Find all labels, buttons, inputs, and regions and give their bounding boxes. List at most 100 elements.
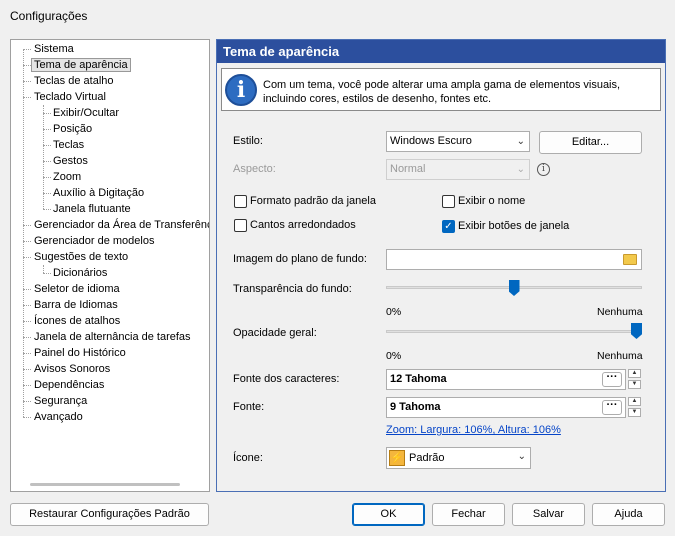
window-format-checkbox[interactable]: [234, 195, 247, 208]
tree-item-label: Teclado Virtual: [34, 91, 106, 103]
opacity-track[interactable]: [386, 330, 642, 333]
tree-guide-line: [43, 193, 51, 194]
opacity-min: 0%: [386, 350, 402, 362]
ok-button[interactable]: OK: [352, 503, 425, 526]
tree-item[interactable]: Tema de aparência: [31, 57, 131, 73]
icon-value: Padrão: [409, 452, 445, 464]
tree-guide-line: [23, 385, 31, 386]
tree-item-label: Barra de Idiomas: [34, 299, 118, 311]
tree-guide-line: [43, 265, 44, 273]
tree-item-label: Sugestões de texto: [34, 251, 129, 263]
bg-image-input[interactable]: [386, 249, 642, 270]
tree-guide-line: [23, 49, 24, 417]
font-spin-down[interactable]: ▼: [628, 408, 641, 417]
tree-guide-line: [23, 401, 31, 402]
edit-button[interactable]: Editar...: [539, 131, 642, 154]
tree-guide-line: [43, 177, 51, 178]
tree-guide-line: [23, 353, 31, 354]
tree-item-label: Avançado: [34, 411, 83, 423]
char-font-spin-down[interactable]: ▼: [628, 380, 641, 389]
tree-item[interactable]: Gerenciador da Área de Transferência: [34, 217, 209, 233]
tree-item[interactable]: Sugestões de texto: [34, 249, 128, 265]
tree-item[interactable]: Auxílio à Digitação: [53, 185, 144, 201]
tree-guide-line: [23, 241, 31, 242]
tree-guide-line: [23, 321, 31, 322]
tree-item[interactable]: Avançado: [34, 409, 83, 425]
style-value: Windows Escuro: [390, 135, 472, 147]
icon-combobox[interactable]: Padrão ⌄: [386, 447, 531, 469]
aspect-label: Aspecto:: [233, 163, 276, 175]
tree-guide-line: [23, 417, 31, 418]
char-font-spin-up[interactable]: ▲: [628, 369, 641, 378]
show-name-checkbox[interactable]: [442, 195, 455, 208]
tree-guide-line: [43, 273, 51, 274]
tree-guide-line: [23, 337, 31, 338]
tree-item[interactable]: Seletor de idioma: [34, 281, 120, 297]
window-buttons-label: Exibir botões de janela: [458, 220, 570, 232]
window-buttons-checkbox[interactable]: ✓: [442, 220, 455, 233]
tree-item-label: Exibir/Ocultar: [53, 107, 120, 119]
tree-item[interactable]: Sistema: [34, 41, 74, 57]
chevron-down-icon: ⌄: [517, 451, 526, 462]
bg-image-label: Imagem do plano de fundo:: [233, 253, 367, 265]
tree-guide-line: [23, 289, 31, 290]
tree-item[interactable]: Janela de alternância de tarefas: [34, 329, 191, 345]
tree-item-label: Auxílio à Digitação: [53, 187, 145, 199]
font-browse-button[interactable]: ···: [602, 400, 622, 415]
tree-item-label: Zoom: [53, 171, 82, 183]
font-spin-up[interactable]: ▲: [628, 397, 641, 406]
chevron-down-icon: ⌄: [516, 136, 525, 147]
font-label: Fonte:: [233, 401, 265, 413]
tree-item[interactable]: Gerenciador de modelos: [34, 233, 154, 249]
tree-item[interactable]: Janela flutuante: [53, 201, 131, 217]
aspect-combobox[interactable]: Normal ⌄: [386, 159, 530, 180]
tree-item[interactable]: Teclas de atalho: [34, 73, 114, 89]
tree-item[interactable]: Barra de Idiomas: [34, 297, 118, 313]
tree-item[interactable]: Teclado Virtual: [34, 89, 106, 105]
bg-transparency-max: Nenhuma: [597, 306, 643, 318]
folder-icon[interactable]: [623, 254, 637, 265]
tree-item-label: Dicionários: [53, 267, 108, 279]
tree-guide-line: [43, 209, 51, 210]
tree-item[interactable]: Exibir/Ocultar: [53, 105, 119, 121]
aspect-value: Normal: [390, 163, 426, 175]
tree-item[interactable]: Avisos Sonoros: [34, 361, 110, 377]
char-font-browse-button[interactable]: ···: [602, 372, 622, 387]
help-button[interactable]: Ajuda: [592, 503, 665, 526]
info-text: Com um tema, você pode alterar uma ampla…: [263, 79, 621, 105]
tree-guide-line: [23, 49, 31, 50]
tree-item[interactable]: Painel do Histórico: [34, 345, 126, 361]
tree-item[interactable]: Dicionários: [53, 265, 107, 281]
tree-horizontal-scrollbar[interactable]: [30, 483, 180, 486]
tree-guide-line: [23, 225, 31, 226]
char-font-field[interactable]: 12 Tahoma: [386, 369, 626, 390]
tree-guide-line: [23, 65, 31, 66]
style-combobox[interactable]: Windows Escuro ⌄: [386, 131, 530, 152]
zoom-link[interactable]: Zoom: Largura: 106%, Altura: 106%: [386, 424, 561, 436]
tree-item-label: Segurança: [34, 395, 88, 407]
style-label: Estilo:: [233, 135, 263, 147]
tree-item-label: Tema de aparência: [31, 58, 131, 72]
tree-item[interactable]: Zoom: [53, 169, 81, 185]
tree-guide-line: [23, 257, 31, 258]
rounded-corners-checkbox[interactable]: [234, 219, 247, 232]
tree-item[interactable]: Teclas: [53, 137, 84, 153]
tree-guide-line: [43, 113, 51, 114]
tree-item[interactable]: Dependências: [34, 377, 104, 393]
char-font-label: Fonte dos caracteres:: [233, 373, 340, 385]
aspect-info-icon[interactable]: i: [537, 163, 550, 176]
settings-tree[interactable]: Sistema Tema de aparência Teclas de atalho…: [10, 39, 210, 492]
icon-label: Ícone:: [233, 452, 263, 464]
font-field[interactable]: 9 Tahoma: [386, 397, 626, 418]
tree-item[interactable]: Ícones de atalhos: [34, 313, 120, 329]
tree-item-label: Sistema: [34, 43, 74, 55]
tree-item[interactable]: Posição: [53, 121, 92, 137]
restore-defaults-button[interactable]: Restaurar Configurações Padrão: [10, 503, 209, 526]
tree-item[interactable]: Gestos: [53, 153, 88, 169]
tree-item-label: Posição: [53, 123, 93, 135]
tree-guide-line: [43, 161, 51, 162]
save-button[interactable]: Salvar: [512, 503, 585, 526]
tree-item[interactable]: Segurança: [34, 393, 87, 409]
rounded-corners-label: Cantos arredondados: [250, 219, 356, 231]
close-button[interactable]: Fechar: [432, 503, 505, 526]
